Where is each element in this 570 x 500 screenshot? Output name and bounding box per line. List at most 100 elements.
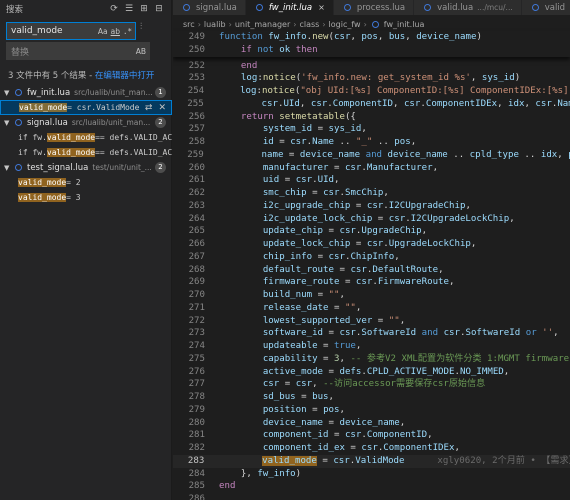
result-match-row[interactable]: valid_mode = csr.ValidMode ⇄ ✕ bbox=[0, 100, 172, 115]
code-line[interactable]: 280 device_name = device_name, bbox=[173, 417, 570, 430]
line-text[interactable]: valid_mode = csr.ValidMode xgly0620, 2个月… bbox=[204, 455, 570, 468]
result-match-row[interactable]: valid_mode = 3 bbox=[0, 190, 172, 205]
code-line[interactable]: 265 update_chip = csr.UpgradeChip, bbox=[173, 225, 570, 238]
line-text[interactable]: name = device_name and device_name .. cp… bbox=[204, 149, 570, 162]
line-text[interactable]: log:notice('fw_info.new: get_system_id %… bbox=[205, 72, 520, 85]
code-line[interactable]: 281 component_id = csr.ComponentID, bbox=[173, 429, 570, 442]
collapse-all-icon[interactable]: ⊟ bbox=[153, 4, 165, 14]
code-line[interactable]: 258 id = csr.Name .. "_" .. pos, bbox=[173, 136, 570, 149]
code-lines[interactable]: 252 end 253 log:notice('fw_info.new: get_… bbox=[173, 57, 570, 500]
code-line[interactable]: 264 i2c_update_lock_chip = csr.I2CUpgrad… bbox=[173, 213, 570, 226]
replace-input[interactable]: 替换 bbox=[11, 45, 136, 58]
line-text[interactable]: software_id = csr.SoftwareId and csr.Sof… bbox=[205, 327, 559, 340]
line-text[interactable]: firmware_route = csr.FirmwareRoute, bbox=[205, 276, 455, 289]
line-text[interactable]: system_id = sys_id, bbox=[205, 123, 367, 136]
line-text[interactable]: end bbox=[205, 60, 257, 73]
code-line[interactable]: 268 default_route = csr.DefaultRoute, bbox=[173, 264, 570, 277]
sticky-scroll-header[interactable]: 249 function fw_info.new(csr, pos, bus, d… bbox=[173, 31, 570, 57]
line-text[interactable]: i2c_upgrade_chip = csr.I2CUpgradeChip, bbox=[205, 200, 471, 213]
line-text[interactable]: i2c_update_lock_chip = csr.I2CUpgradeLoc… bbox=[205, 213, 515, 226]
line-text[interactable]: end bbox=[205, 480, 235, 493]
breadcrumb-item[interactable]: unit_manager bbox=[235, 20, 290, 29]
line-text[interactable]: id = csr.Name .. "_" .. pos, bbox=[205, 136, 416, 149]
result-file-row[interactable]: ▼ fw_init.lua src/lualib/unit_man... 1 bbox=[0, 85, 172, 100]
line-text[interactable]: default_route = csr.DefaultRoute, bbox=[205, 264, 444, 277]
code-line[interactable]: 283 valid_mode = csr.ValidMode xgly0620,… bbox=[173, 454, 570, 468]
search-input-box[interactable]: valid_mode Aa ab .* bbox=[6, 22, 136, 40]
code-line[interactable]: 279 position = pos, bbox=[173, 404, 570, 417]
code-line[interactable]: 255 csr.UId, csr.ComponentID, csr.Compon… bbox=[173, 98, 570, 111]
tab-fw-init-lua[interactable]: fw_init.lua × bbox=[245, 0, 334, 15]
line-text[interactable]: position = pos, bbox=[205, 404, 345, 417]
line-text[interactable]: if not ok then bbox=[205, 44, 318, 57]
open-in-editor-link[interactable]: 在编辑器中打开 bbox=[95, 71, 155, 81]
line-text[interactable]: uid = csr.UId, bbox=[205, 174, 340, 187]
code-line[interactable]: 253 log:notice('fw_info.new: get_system_… bbox=[173, 72, 570, 85]
tab-signal-lua[interactable]: signal.lua bbox=[173, 0, 246, 15]
line-text[interactable]: log:notice("obj UId:[%s] ComponentID:[%s… bbox=[204, 85, 570, 98]
line-text[interactable]: release_date = "", bbox=[205, 302, 362, 315]
breadcrumb-item[interactable]: logic_fw bbox=[329, 20, 361, 29]
preserve-case-toggle[interactable]: AB bbox=[136, 47, 146, 56]
search-input[interactable]: valid_mode bbox=[11, 26, 98, 36]
clear-results-icon[interactable]: ☰ bbox=[123, 4, 135, 14]
line-text[interactable]: device_name = device_name, bbox=[205, 417, 405, 430]
replace-input-box[interactable]: 替换 AB bbox=[6, 42, 150, 60]
line-text[interactable]: return setmetatable({ bbox=[205, 111, 356, 124]
code-line[interactable]: 278 sd_bus = bus, bbox=[173, 391, 570, 404]
code-line[interactable]: 257 system_id = sys_id, bbox=[173, 123, 570, 136]
code-line[interactable]: 250 if not ok then bbox=[173, 44, 570, 57]
code-line[interactable]: 285 end bbox=[173, 480, 570, 493]
use-regex-toggle[interactable]: .* bbox=[123, 27, 132, 36]
line-text[interactable]: function fw_info.new(csr, pos, bus, devi… bbox=[205, 31, 482, 44]
code-line[interactable]: 276 active_mode = defs.CPLD_ACTIVE_MODE.… bbox=[173, 366, 570, 379]
code-line[interactable]: 269 firmware_route = csr.FirmwareRoute, bbox=[173, 276, 570, 289]
code-line[interactable]: 272 lowest_supported_ver = "", bbox=[173, 315, 570, 328]
chevron-down-icon[interactable]: ▼ bbox=[4, 164, 13, 172]
code-line[interactable]: 262 smc_chip = csr.SmcChip, bbox=[173, 187, 570, 200]
match-case-toggle[interactable]: Aa bbox=[98, 27, 108, 36]
code-line[interactable]: 286 bbox=[173, 493, 570, 500]
code-line[interactable]: 270 build_num = "", bbox=[173, 289, 570, 302]
code-line[interactable]: 260 manufacturer = csr.Manufacturer, bbox=[173, 162, 570, 175]
line-text[interactable]: csr.UId, csr.ComponentID, csr.ComponentI… bbox=[204, 98, 570, 111]
result-file-row[interactable]: ▼ test_signal.lua test/unit/unit_... 2 bbox=[0, 160, 172, 175]
breadcrumb-item[interactable]: src bbox=[183, 20, 195, 29]
line-text[interactable]: update_chip = csr.UpgradeChip, bbox=[205, 225, 427, 238]
breadcrumb-item[interactable]: lualib bbox=[204, 20, 226, 29]
tab-valid-lua[interactable]: valid.lua .../mcu/... bbox=[414, 0, 522, 15]
code-line[interactable]: 261 uid = csr.UId, bbox=[173, 174, 570, 187]
code-area[interactable]: 249 function fw_info.new(csr, pos, bus, d… bbox=[173, 31, 570, 500]
code-line[interactable]: 249 function fw_info.new(csr, pos, bus, d… bbox=[173, 31, 570, 44]
line-text[interactable]: manufacturer = csr.Manufacturer, bbox=[205, 162, 438, 175]
breadcrumb-item[interactable]: fw_init.lua bbox=[384, 20, 425, 29]
new-search-editor-icon[interactable]: ⊞ bbox=[138, 4, 150, 14]
code-line[interactable]: 259 name = device_name and device_name .… bbox=[173, 149, 570, 162]
line-text[interactable]: component_id = csr.ComponentID, bbox=[205, 429, 433, 442]
tab-valid[interactable]: valid bbox=[521, 0, 570, 15]
line-text[interactable]: csr = csr, --访问accessor需要保存csr原始信息 bbox=[205, 378, 485, 391]
code-line[interactable]: 266 update_lock_chip = csr.UpgradeLockCh… bbox=[173, 238, 570, 251]
chevron-down-icon[interactable]: ▼ bbox=[4, 89, 13, 97]
filter-icon[interactable]: ⫶ bbox=[140, 22, 142, 32]
refresh-icon[interactable]: ⟳ bbox=[108, 4, 120, 14]
code-line[interactable]: 267 chip_info = csr.ChipInfo, bbox=[173, 251, 570, 264]
line-text[interactable]: update_lock_chip = csr.UpgradeLockChip, bbox=[205, 238, 477, 251]
replace-icon[interactable]: ⇄ bbox=[145, 103, 153, 113]
line-text[interactable]: }, fw_info) bbox=[205, 468, 301, 481]
result-match-row[interactable]: valid_mode = 2 bbox=[0, 175, 172, 190]
chevron-down-icon[interactable]: ▼ bbox=[4, 119, 13, 127]
result-match-row[interactable]: if fw.valid_mode == defs.VALID_ACTI... bbox=[0, 130, 172, 145]
line-text[interactable]: lowest_supported_ver = "", bbox=[205, 315, 405, 328]
match-whole-word-toggle[interactable]: ab bbox=[111, 27, 120, 36]
code-line[interactable]: 275 capability = 3, -- 参考V2 XML配置为软件分类 1… bbox=[173, 353, 570, 366]
line-text[interactable]: smc_chip = csr.SmcChip, bbox=[205, 187, 389, 200]
close-tab-icon[interactable]: × bbox=[318, 3, 325, 12]
code-line[interactable]: 271 release_date = "", bbox=[173, 302, 570, 315]
line-text[interactable]: active_mode = defs.CPLD_ACTIVE_MODE.NO_I… bbox=[205, 366, 509, 379]
code-line[interactable]: 254 log:notice("obj UId:[%s] ComponentID… bbox=[173, 85, 570, 98]
code-line[interactable]: 263 i2c_upgrade_chip = csr.I2CUpgradeChi… bbox=[173, 200, 570, 213]
line-text[interactable]: chip_info = csr.ChipInfo, bbox=[205, 251, 400, 264]
code-line[interactable]: 252 end bbox=[173, 60, 570, 73]
code-line[interactable]: 282 component_id_ex = csr.ComponentIDEx, bbox=[173, 442, 570, 455]
